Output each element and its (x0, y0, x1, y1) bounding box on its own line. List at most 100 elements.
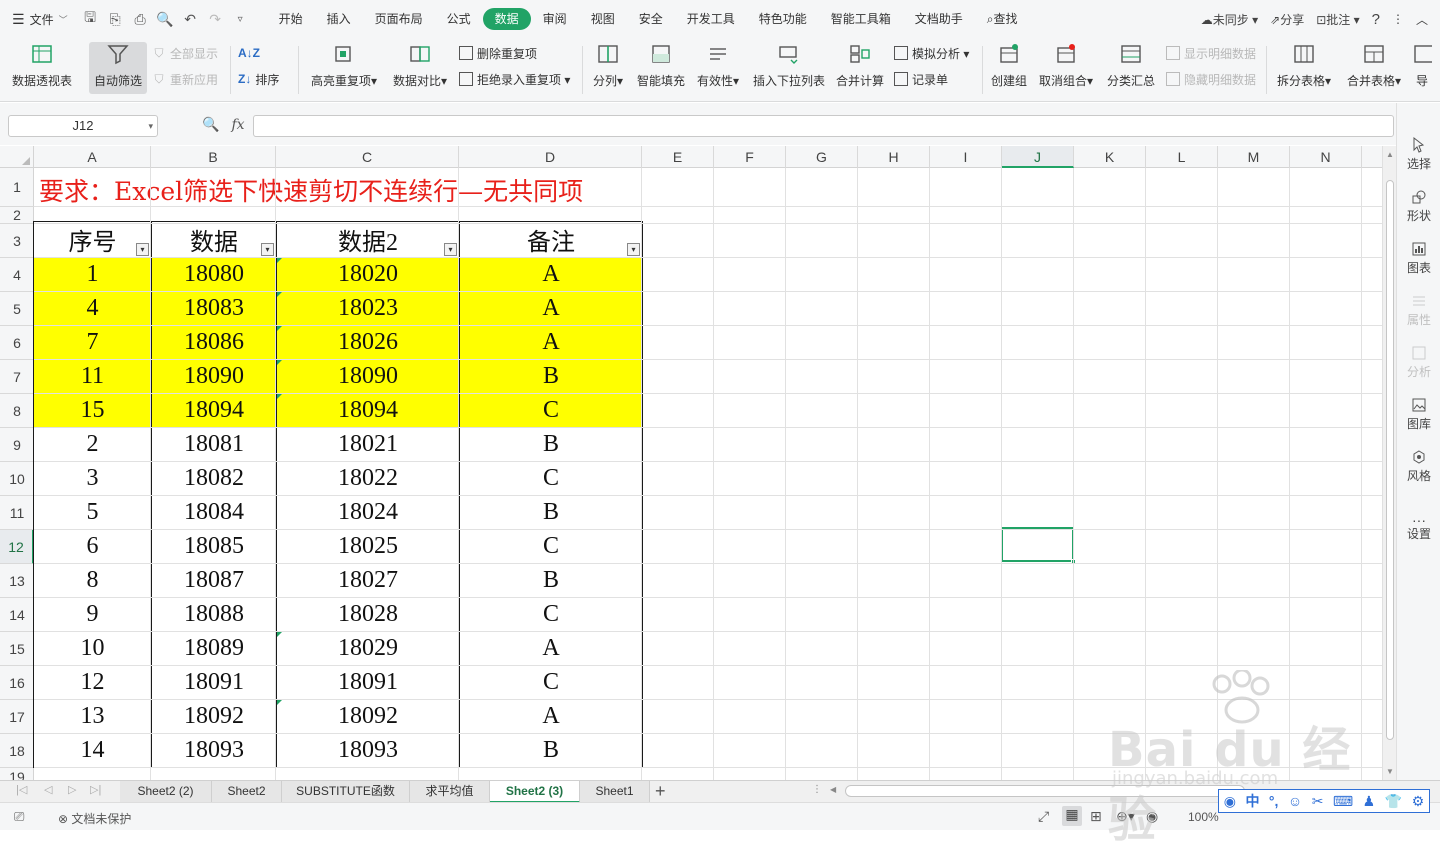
row-header[interactable]: 18 (0, 734, 34, 768)
table-cell[interactable]: 18021 (276, 427, 460, 462)
pivot-table-button[interactable]: 数据透视表 (8, 42, 76, 94)
scroll-left-icon[interactable]: ◀ (830, 785, 836, 794)
table-cell[interactable]: 1 (33, 257, 152, 292)
table-cell[interactable]: 18020 (276, 257, 460, 292)
select-all-corner[interactable] (0, 146, 34, 168)
tab-review[interactable]: 审阅 (531, 8, 579, 30)
split-table-button[interactable]: 拆分表格▾ (1272, 42, 1336, 94)
reject-duplicates-button[interactable]: 拒绝录入重复项 ▾ (459, 68, 570, 90)
tab-developer[interactable]: 开发工具 (675, 8, 747, 30)
side-chart-button[interactable]: 图表 (1397, 241, 1440, 276)
sheet-tab[interactable]: Sheet2 (2) (120, 781, 212, 803)
search-button[interactable]: ⌕查找 (975, 8, 1030, 30)
filter-dropdown-icon[interactable]: ▾ (136, 243, 149, 256)
shirt-icon[interactable]: 👕 (1385, 793, 1402, 810)
reapply-button[interactable]: ⛉ 重新应用 (152, 68, 218, 90)
table-cell[interactable]: 18022 (276, 461, 460, 496)
table-cell[interactable]: 18093 (276, 733, 460, 768)
table-cell[interactable]: 13 (33, 699, 152, 734)
table-cell[interactable]: 18091 (276, 665, 460, 700)
column-header-h[interactable]: H (858, 146, 930, 168)
table-cell[interactable]: 18085 (151, 529, 277, 564)
row-header[interactable]: 11 (0, 496, 34, 530)
insert-dropdown-button[interactable]: 插入下拉列表 (752, 42, 826, 94)
side-style-button[interactable]: 风格 (1397, 449, 1440, 484)
table-cell[interactable]: B (459, 359, 643, 394)
table-cell[interactable]: 18093 (151, 733, 277, 768)
keyboard-icon[interactable]: ⌨ (1333, 793, 1353, 810)
sheet-tab[interactable]: Sheet1 (580, 781, 650, 803)
table-cell[interactable]: 8 (33, 563, 152, 598)
table-cell[interactable]: 18080 (151, 257, 277, 292)
table-cell[interactable]: B (459, 495, 643, 530)
sheet-title[interactable]: 要求：Excel筛选下快速剪切不连续行—无共同项 (39, 172, 583, 208)
record-form-button[interactable]: 记录单 (894, 68, 948, 90)
hide-detail-button[interactable]: 隐藏明细数据 (1166, 68, 1256, 90)
vertical-scroll-thumb[interactable] (1386, 180, 1394, 740)
import-button[interactable]: 导 (1412, 42, 1432, 94)
annotate-button[interactable]: ⊡批注 ▾ (1316, 11, 1359, 28)
table-cell[interactable]: A (459, 291, 643, 326)
table-header-cell[interactable]: 备注 ▾ (459, 221, 643, 258)
table-cell[interactable]: 4 (33, 291, 152, 326)
row-header[interactable]: 8 (0, 394, 34, 428)
add-sheet-icon[interactable]: + (655, 781, 666, 801)
table-header-cell[interactable]: 序号 ▾ (33, 221, 152, 258)
table-cell[interactable]: 18087 (151, 563, 277, 598)
row-header[interactable]: 5 (0, 292, 34, 326)
undo-icon[interactable]: ↶ (178, 11, 203, 28)
tab-data[interactable]: 数据 (482, 8, 531, 30)
save-icon[interactable]: 🖫 (78, 7, 103, 31)
row-header[interactable]: 12 (0, 530, 34, 564)
more-sheets-icon[interactable]: ⋮ (812, 784, 822, 795)
column-header-j[interactable]: J (1002, 146, 1074, 168)
table-cell[interactable]: 18081 (151, 427, 277, 462)
table-cell[interactable]: 18082 (151, 461, 277, 496)
punctuation-icon[interactable]: °, (1269, 793, 1279, 809)
show-all-button[interactable]: ⛉ 全部显示 (152, 42, 218, 64)
protect-status[interactable]: ⊗ 文档未保护 (58, 810, 131, 827)
sheet-tab[interactable]: 求平均值 (410, 781, 490, 803)
table-cell[interactable]: 18026 (276, 325, 460, 360)
tab-insert[interactable]: 插入 (315, 8, 363, 30)
normal-view-icon[interactable]: ▦ (1062, 806, 1082, 826)
print-preview-icon[interactable]: 🔍 (153, 11, 178, 28)
table-cell[interactable]: 15 (33, 393, 152, 428)
tab-security[interactable]: 安全 (627, 8, 675, 30)
user-icon[interactable]: ♟ (1363, 793, 1376, 810)
table-cell[interactable]: 18029 (276, 631, 460, 666)
row-header[interactable]: 17 (0, 700, 34, 734)
table-cell[interactable]: B (459, 563, 643, 598)
row-header[interactable]: 16 (0, 666, 34, 700)
spreadsheet-grid[interactable]: A B C D E F G H I J K L M N 1 2 3 4 5 6 7 8 9 10 1… (0, 146, 1382, 780)
ime-language[interactable]: 中 (1245, 791, 1259, 811)
redo-icon[interactable]: ↷ (203, 11, 228, 28)
eye-icon[interactable]: ◉ (1146, 808, 1158, 825)
row-header[interactable]: 19 (0, 768, 34, 780)
first-sheet-icon[interactable]: |◁ (16, 783, 27, 796)
tab-formula[interactable]: 公式 (435, 8, 483, 30)
table-cell[interactable]: C (459, 393, 643, 428)
row-header[interactable]: 15 (0, 632, 34, 666)
validity-button[interactable]: 有效性▾ (694, 42, 742, 94)
table-cell[interactable]: 18091 (151, 665, 277, 700)
simulate-analysis-button[interactable]: 模拟分析 ▾ (894, 42, 969, 64)
table-cell[interactable]: 18027 (276, 563, 460, 598)
emoji-icon[interactable]: ☺ (1288, 793, 1302, 809)
tab-smart-tools[interactable]: 智能工具箱 (819, 8, 903, 30)
help-icon[interactable]: ? (1372, 11, 1380, 28)
tab-home[interactable]: 开始 (267, 8, 315, 30)
sheet-tab[interactable]: Sheet2 (212, 781, 282, 803)
side-property-button[interactable]: 属性 (1397, 293, 1440, 328)
column-header-d[interactable]: D (459, 146, 642, 168)
table-cell[interactable]: 18025 (276, 529, 460, 564)
table-cell[interactable]: 18023 (276, 291, 460, 326)
filter-dropdown-icon[interactable]: ▾ (627, 243, 640, 256)
column-header-b[interactable]: B (151, 146, 276, 168)
table-cell[interactable]: 18088 (151, 597, 277, 632)
vertical-scrollbar[interactable]: ▲ ▼ (1382, 146, 1396, 780)
table-cell[interactable]: 18094 (276, 393, 460, 428)
scroll-down-icon[interactable]: ▼ (1386, 767, 1394, 776)
tab-view[interactable]: 视图 (579, 8, 627, 30)
row-header[interactable]: 6 (0, 326, 34, 360)
